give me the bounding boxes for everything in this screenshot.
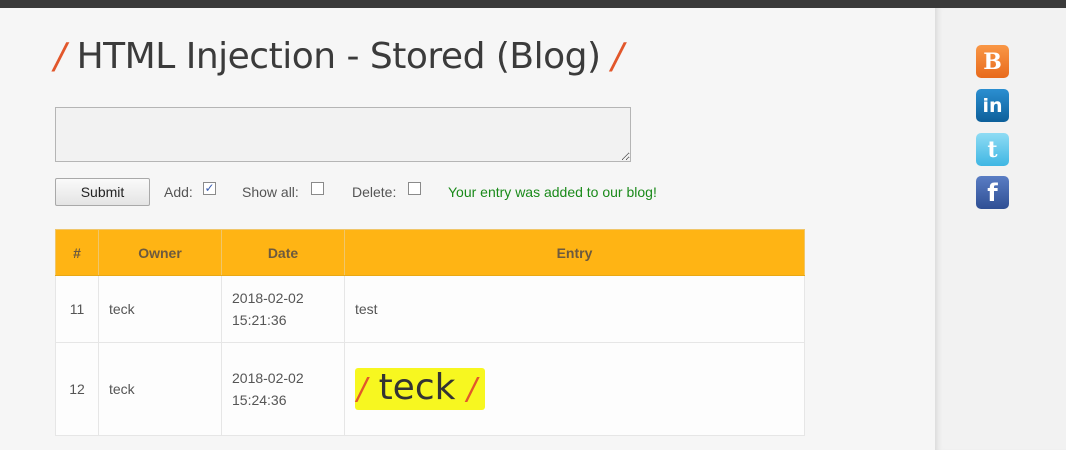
column-header-entry: Entry xyxy=(344,229,805,276)
row-entry: / teck / xyxy=(344,342,805,436)
entry-slash-left: / xyxy=(357,372,368,407)
table-row: 12 teck 2018-02-02 15:24:36 / teck / xyxy=(55,342,805,436)
status-message: Your entry was added to our blog! xyxy=(448,184,657,200)
row-entry: test xyxy=(344,275,805,343)
linkedin-icon[interactable]: in xyxy=(976,89,1009,122)
top-bar xyxy=(0,0,1066,8)
row-date-time: 15:21:36 xyxy=(232,312,287,328)
injected-heading-text: teck xyxy=(378,367,456,408)
show-all-checkbox[interactable] xyxy=(311,182,324,195)
delete-checkbox[interactable] xyxy=(408,182,421,195)
page-title: / HTML Injection - Stored (Blog) / xyxy=(54,36,624,77)
column-header-date: Date xyxy=(221,229,345,276)
row-date-day: 2018-02-02 xyxy=(232,290,304,306)
title-slash-right: / xyxy=(611,36,624,77)
table-row: 11 teck 2018-02-02 15:21:36 test xyxy=(55,275,805,343)
row-date-time: 15:24:36 xyxy=(232,392,287,408)
row-owner: teck xyxy=(98,342,222,436)
row-date: 2018-02-02 15:24:36 xyxy=(221,342,345,436)
twitter-icon[interactable]: t xyxy=(976,133,1009,166)
row-date: 2018-02-02 15:21:36 xyxy=(221,275,345,343)
show-all-label: Show all: xyxy=(242,184,299,200)
column-header-number: # xyxy=(55,229,99,276)
table-header-row: # Owner Date Entry xyxy=(55,229,805,276)
submit-button[interactable]: Submit xyxy=(55,178,150,206)
add-checkbox[interactable]: ✓ xyxy=(203,182,216,195)
row-date-day: 2018-02-02 xyxy=(232,370,304,386)
row-owner: teck xyxy=(98,275,222,343)
column-header-owner: Owner xyxy=(98,229,222,276)
title-slash-left: / xyxy=(54,36,66,77)
row-id: 11 xyxy=(55,275,99,343)
blogger-icon[interactable]: B xyxy=(976,45,1009,78)
entry-slash-right: / xyxy=(466,372,478,407)
delete-label: Delete: xyxy=(352,184,397,200)
facebook-icon[interactable]: f xyxy=(976,176,1009,209)
add-label: Add: xyxy=(164,184,193,200)
blog-table: # Owner Date Entry 11 teck 2018-02-02 15… xyxy=(55,229,805,436)
injected-heading: / teck / xyxy=(355,367,486,410)
row-id: 12 xyxy=(55,342,99,436)
entry-textarea[interactable] xyxy=(55,107,631,162)
page-title-text: HTML Injection - Stored (Blog) xyxy=(76,36,601,77)
